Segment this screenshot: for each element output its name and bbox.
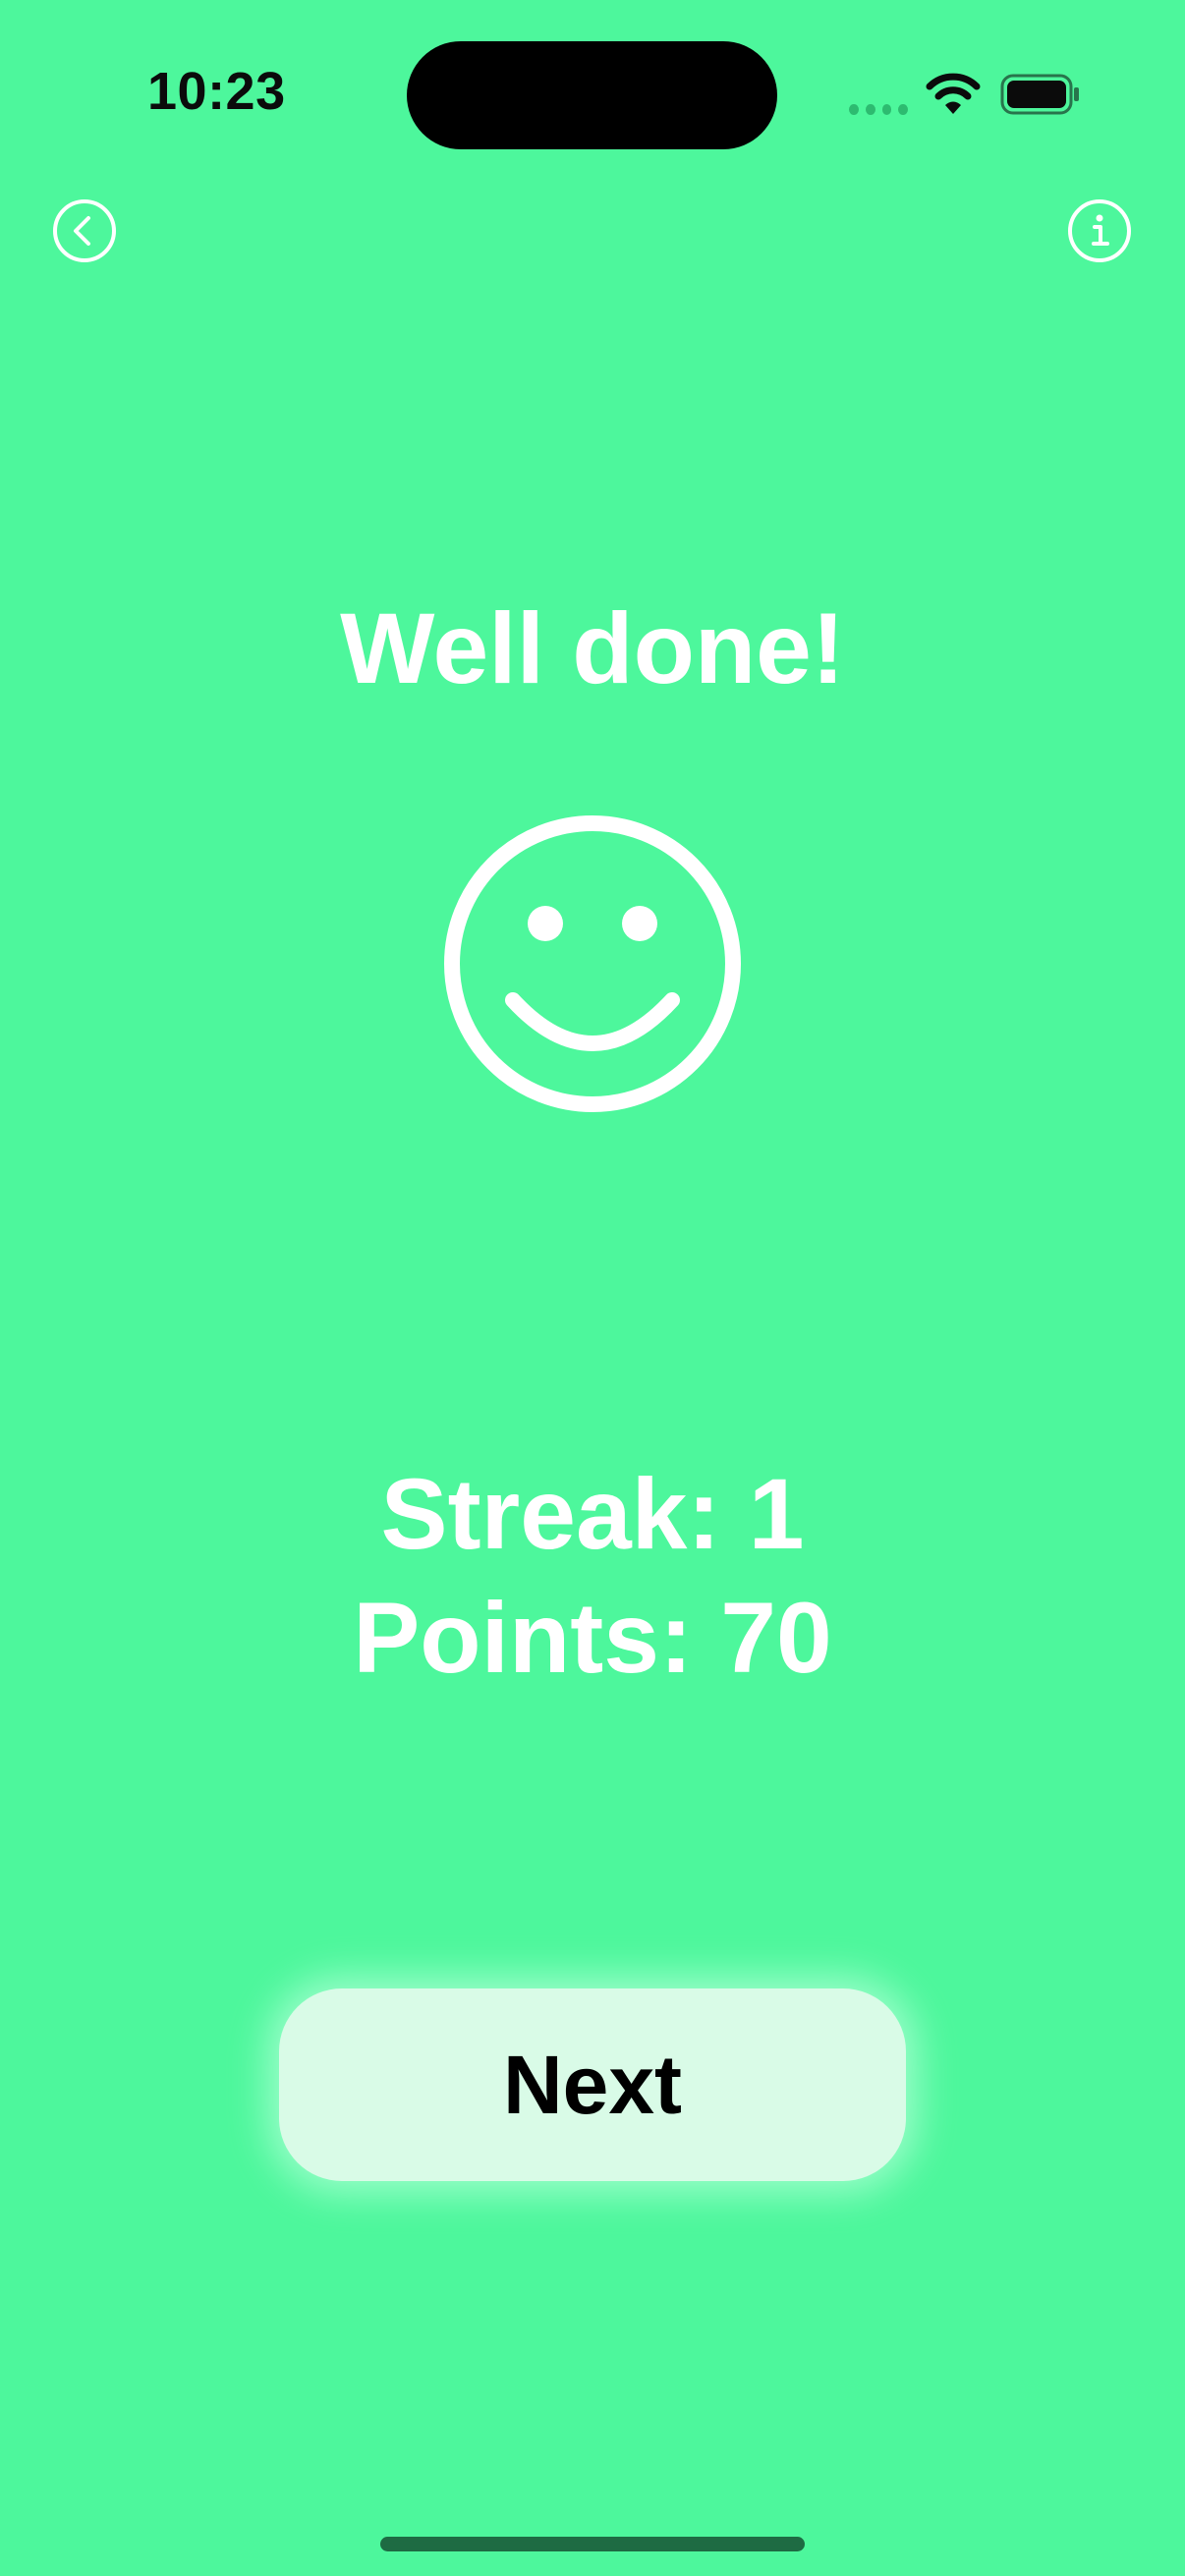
smiley-face-icon — [444, 815, 741, 1112]
back-button[interactable] — [52, 198, 117, 263]
next-button[interactable]: Next — [279, 1988, 906, 2181]
wifi-icon — [926, 73, 981, 114]
points-text: Points: 70 — [353, 1582, 832, 1694]
dynamic-island — [407, 41, 777, 149]
stats-block: Streak: 1 Points: 70 — [0, 1452, 1185, 1700]
info-button[interactable] — [1067, 198, 1132, 263]
result-screen: 10:23 Well done! Streak: 1 Points: 70 Ne… — [0, 0, 1185, 2576]
battery-icon — [1000, 74, 1079, 115]
status-time: 10:23 — [147, 62, 286, 121]
cellular-signal-icon — [849, 102, 908, 116]
streak-text: Streak: 1 — [380, 1458, 805, 1570]
next-button-label: Next — [502, 2038, 683, 2131]
result-title: Well done! — [340, 592, 845, 704]
home-indicator[interactable] — [380, 2537, 805, 2551]
